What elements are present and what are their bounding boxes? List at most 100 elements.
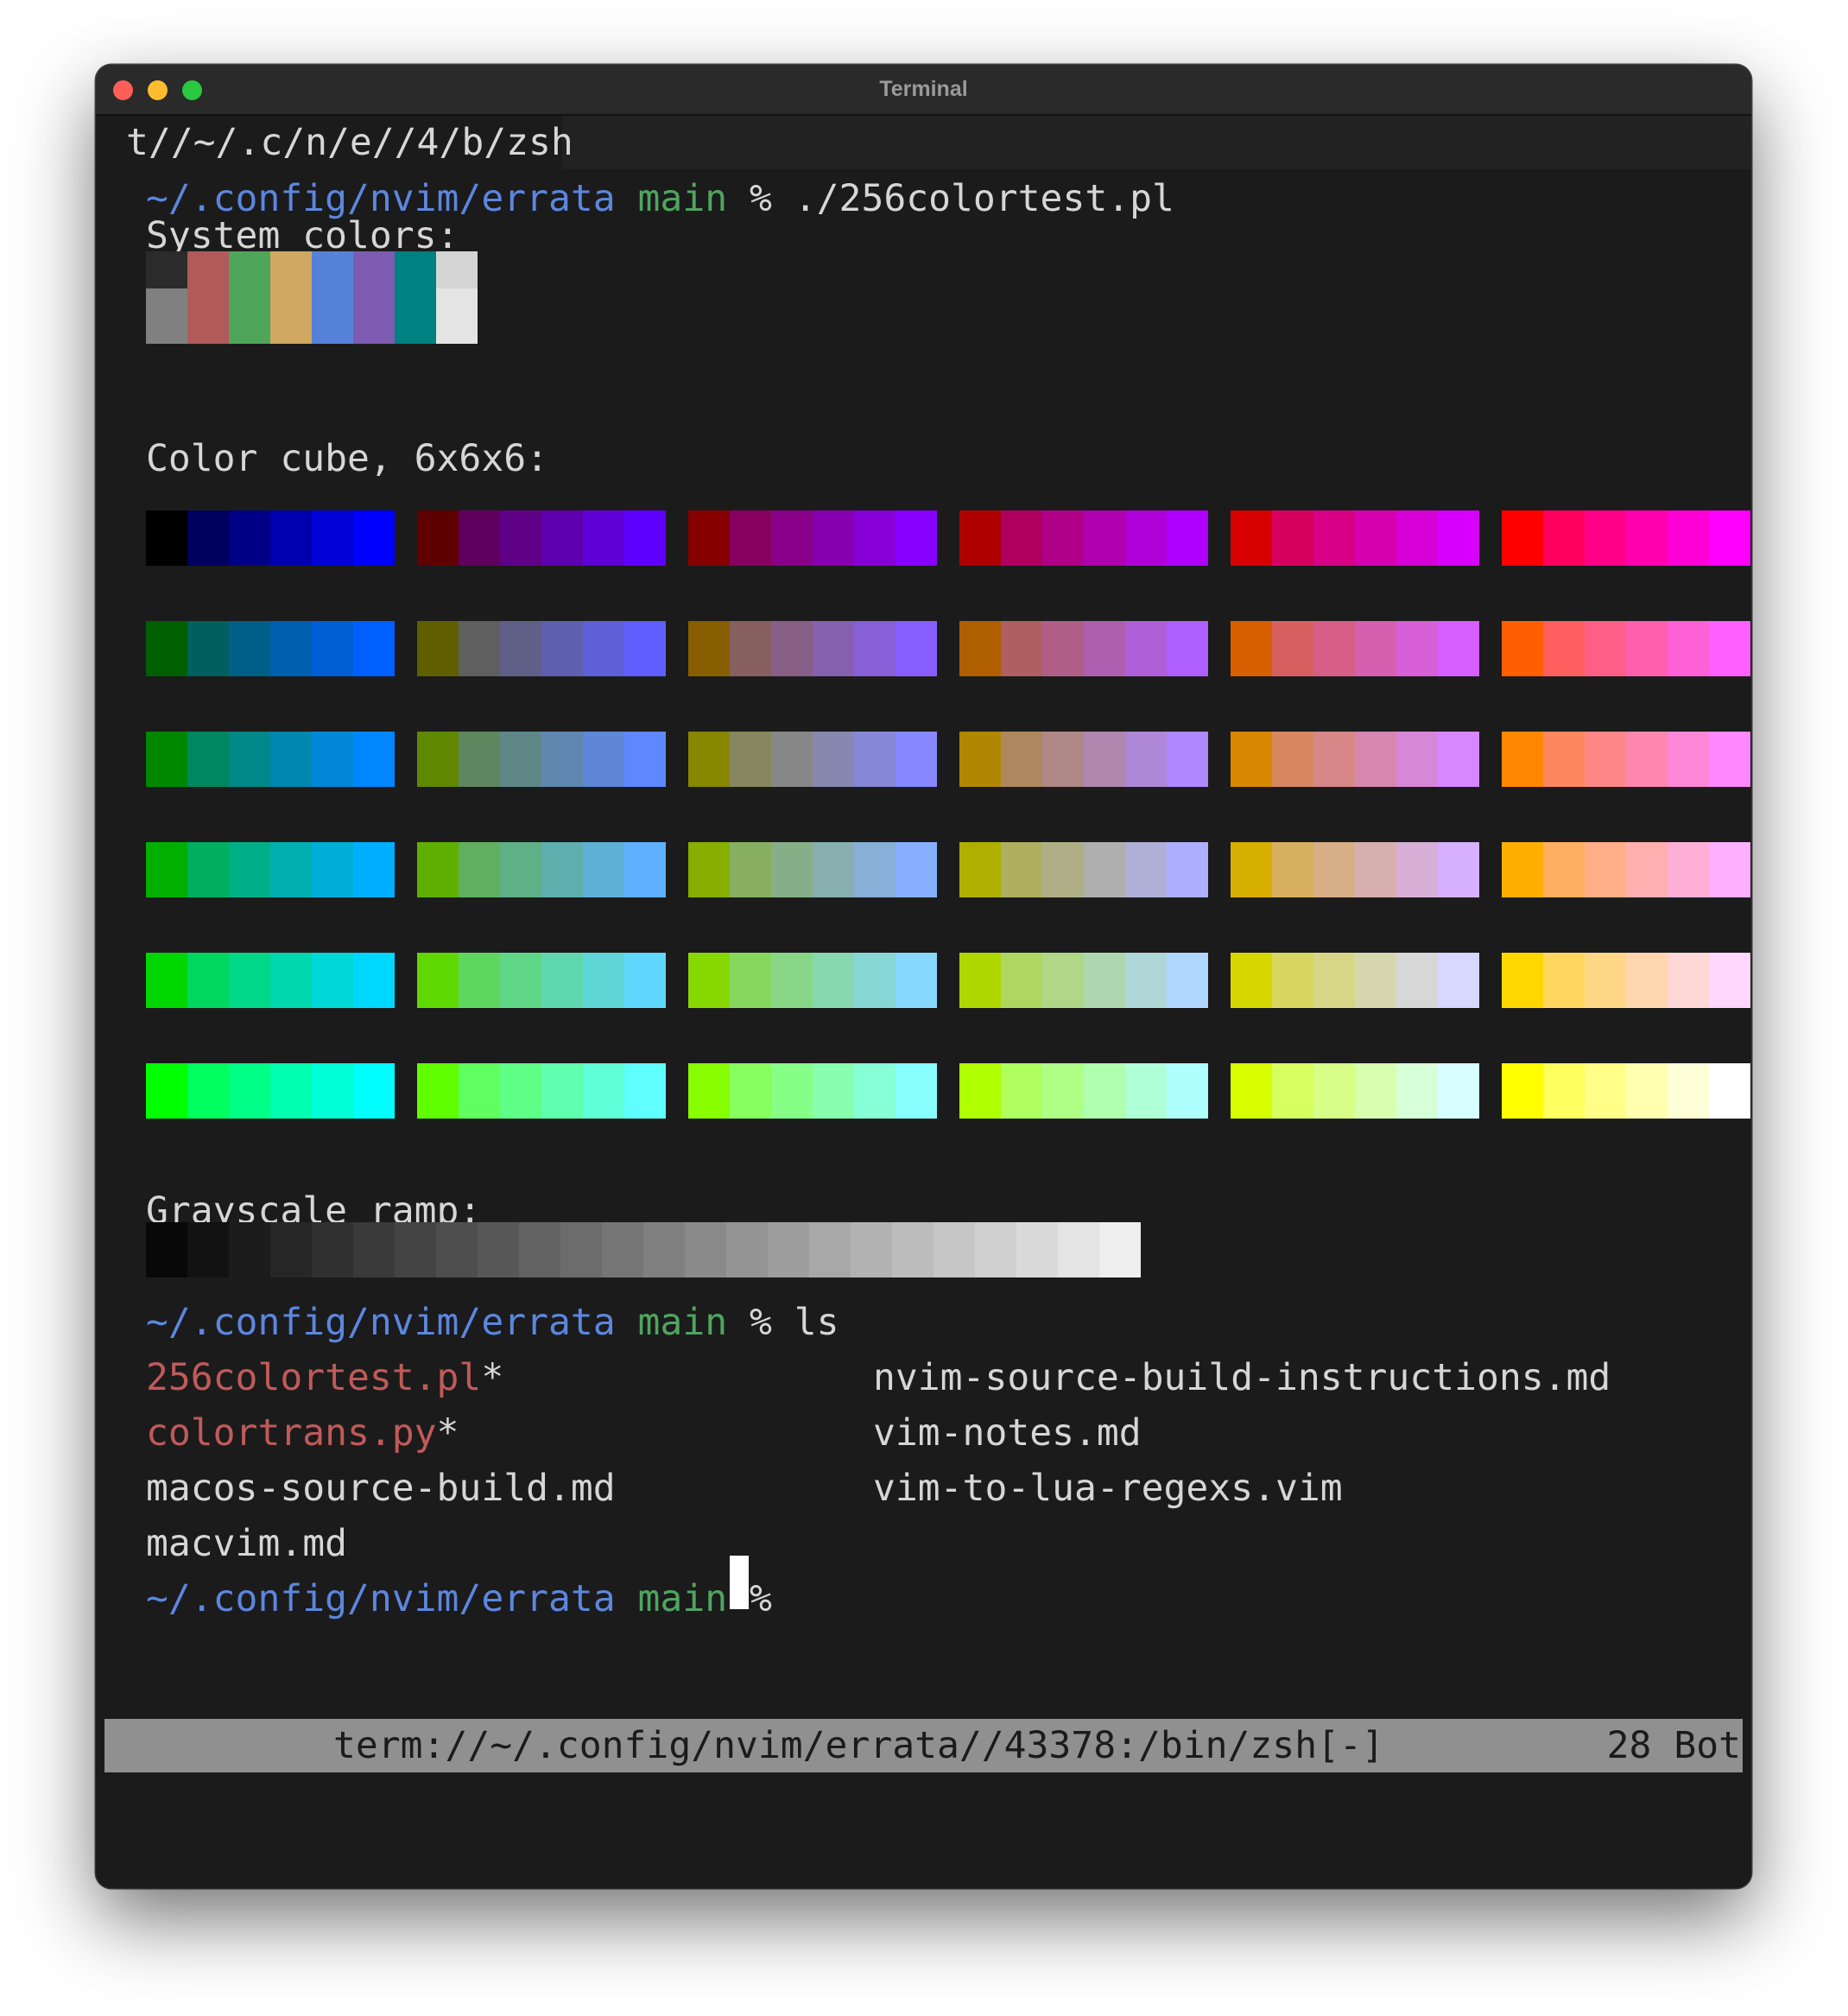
color-swatch xyxy=(270,732,312,787)
color-swatch xyxy=(541,621,583,676)
color-swatch xyxy=(813,621,854,676)
color-cube-block xyxy=(1502,510,1750,566)
color-swatch xyxy=(459,953,500,1008)
color-swatch xyxy=(1668,732,1709,787)
color-swatch xyxy=(1231,621,1272,676)
section-color-cube: Color cube, 6x6x6: xyxy=(146,437,548,480)
color-swatch xyxy=(1355,732,1396,787)
color-swatch xyxy=(643,1222,685,1277)
color-swatch xyxy=(1167,953,1208,1008)
color-swatch xyxy=(1167,621,1208,676)
command-text: ls xyxy=(794,1301,839,1344)
color-swatch xyxy=(1313,621,1355,676)
color-swatch xyxy=(768,1222,809,1277)
color-swatch xyxy=(1668,621,1709,676)
color-swatch xyxy=(624,842,666,897)
tab-active[interactable]: t//~/.c/n/e//4/b/zsh xyxy=(96,116,573,169)
color-swatch xyxy=(1272,953,1313,1008)
prompt-line: ~/.config/nvim/errata main % ls xyxy=(146,1302,839,1343)
color-cube-block xyxy=(146,1063,395,1119)
color-swatch xyxy=(187,842,229,897)
color-swatch xyxy=(1355,510,1396,566)
color-swatch xyxy=(624,732,666,787)
title-bar[interactable]: Terminal xyxy=(96,65,1751,116)
color-swatch xyxy=(1125,1063,1167,1119)
color-swatch xyxy=(1272,510,1313,566)
color-cube-block xyxy=(1502,953,1750,1008)
color-swatch xyxy=(270,953,312,1008)
color-swatch xyxy=(1502,621,1543,676)
color-swatch xyxy=(459,842,500,897)
color-swatch xyxy=(417,842,459,897)
color-swatch xyxy=(730,1063,771,1119)
color-swatch xyxy=(1502,1063,1543,1119)
color-cube-block xyxy=(959,842,1208,897)
color-cube-block xyxy=(417,842,666,897)
color-swatch xyxy=(312,1063,353,1119)
color-swatch xyxy=(353,953,395,1008)
color-swatch xyxy=(896,842,937,897)
status-line: term://~/.config/nvim/errata//43378:/bin… xyxy=(104,1719,1743,1772)
color-swatch xyxy=(229,510,270,566)
color-swatch xyxy=(1438,510,1479,566)
color-swatch xyxy=(1125,732,1167,787)
color-swatch xyxy=(229,621,270,676)
terminal-window: Terminal t//~/.c/n/e//4/b/zsh ~/.config/… xyxy=(96,65,1751,1888)
color-swatch xyxy=(854,1063,896,1119)
color-swatch xyxy=(417,732,459,787)
color-swatch xyxy=(353,621,395,676)
color-swatch xyxy=(583,732,624,787)
color-swatch xyxy=(312,621,353,676)
color-swatch xyxy=(1438,953,1479,1008)
file-entry: nvim-source-build-instructions.md xyxy=(873,1356,1611,1399)
color-swatch xyxy=(1313,510,1355,566)
color-swatch xyxy=(312,732,353,787)
color-cube-block xyxy=(688,953,937,1008)
color-cube-block xyxy=(417,510,666,566)
color-swatch xyxy=(187,732,229,787)
color-swatch xyxy=(1709,510,1750,566)
color-swatch xyxy=(851,1222,892,1277)
color-swatch xyxy=(1001,510,1042,566)
color-swatch xyxy=(1396,953,1438,1008)
color-swatch xyxy=(726,1222,768,1277)
color-swatch xyxy=(771,953,813,1008)
color-swatch xyxy=(809,1222,851,1277)
color-cube-block xyxy=(688,732,937,787)
color-swatch xyxy=(1585,842,1626,897)
color-swatch xyxy=(730,732,771,787)
terminal-cursor xyxy=(730,1556,749,1609)
color-swatch xyxy=(459,732,500,787)
color-swatch xyxy=(583,953,624,1008)
color-swatch xyxy=(1042,842,1084,897)
color-swatch xyxy=(1042,732,1084,787)
color-swatch xyxy=(1167,732,1208,787)
prompt-path: ~/.config/nvim/errata xyxy=(146,1301,616,1344)
color-swatch xyxy=(146,953,187,1008)
color-swatch xyxy=(1626,621,1668,676)
color-swatch xyxy=(933,1222,975,1277)
color-swatch xyxy=(1502,510,1543,566)
color-swatch xyxy=(1001,1063,1042,1119)
color-cube-block xyxy=(146,621,395,676)
color-swatch xyxy=(541,510,583,566)
color-swatch xyxy=(1585,732,1626,787)
color-swatch xyxy=(685,1222,726,1277)
color-swatch xyxy=(1626,953,1668,1008)
color-swatch xyxy=(500,621,541,676)
color-swatch xyxy=(1042,953,1084,1008)
system-colors-bright xyxy=(146,288,478,344)
color-cube-block xyxy=(959,1063,1208,1119)
color-cube-block xyxy=(959,953,1208,1008)
color-swatch xyxy=(229,288,270,344)
color-swatch xyxy=(688,1063,730,1119)
color-swatch xyxy=(1125,621,1167,676)
color-swatch xyxy=(146,510,187,566)
file-entry: macos-source-build.md xyxy=(146,1467,616,1510)
color-swatch xyxy=(1313,842,1355,897)
color-swatch xyxy=(1543,732,1585,787)
color-swatch xyxy=(1084,842,1125,897)
color-cube-block xyxy=(146,732,395,787)
color-swatch xyxy=(312,842,353,897)
color-swatch xyxy=(583,510,624,566)
